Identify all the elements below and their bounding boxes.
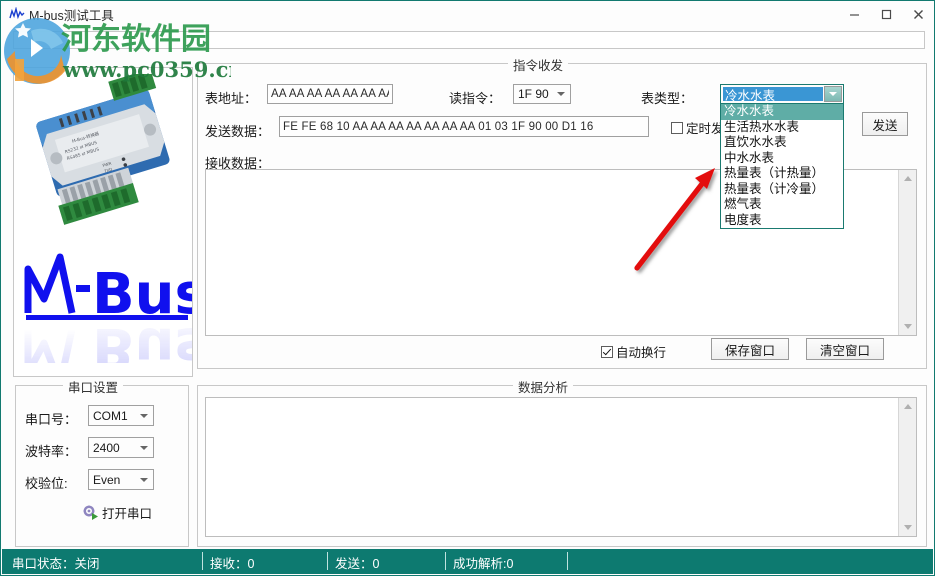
read-command-value: 1F 90	[518, 87, 549, 101]
chevron-down-icon	[557, 92, 565, 96]
timed-send-label: 定时发	[686, 118, 724, 137]
baud-rate-select[interactable]: 2400	[88, 437, 154, 458]
analysis-value	[206, 398, 898, 536]
scroll-down-icon[interactable]	[899, 318, 916, 335]
meter-type-label: 表类型：	[641, 88, 693, 107]
checkbox-box	[671, 122, 683, 134]
meter-type-option[interactable]: 电度表	[721, 213, 843, 229]
auto-wrap-label: 自动换行	[616, 342, 666, 361]
app-icon	[9, 7, 25, 21]
timed-send-checkbox[interactable]: 定时发	[671, 118, 724, 137]
meter-type-option[interactable]: 直饮水水表	[721, 135, 843, 151]
meter-type-dropdown-list[interactable]: 冷水水表生活热水水表直饮水水表中水水表热量表（计热量）热量表（计冷量）燃气表电度…	[720, 104, 844, 229]
save-window-button[interactable]: 保存窗口	[711, 338, 789, 360]
status-separator	[202, 552, 203, 570]
status-sent: 发送：0	[335, 553, 379, 572]
chevron-down-icon	[140, 478, 148, 482]
minimize-button[interactable]	[838, 1, 870, 27]
meter-type-option[interactable]: 生活热水水表	[721, 120, 843, 136]
toolbar-strip	[13, 31, 925, 49]
status-parsed: 成功解析:0	[453, 553, 513, 572]
meter-type-option[interactable]: 燃气表	[721, 197, 843, 213]
meter-type-select[interactable]: 冷水水表	[720, 84, 844, 104]
window-controls	[838, 1, 934, 27]
status-separator	[327, 552, 328, 570]
meter-type-option[interactable]: 热量表（计冷量）	[721, 182, 843, 198]
chevron-down-icon	[140, 446, 148, 450]
meter-address-input[interactable]	[267, 84, 393, 104]
command-group-title: 指令收发	[508, 55, 568, 74]
checkbox-box	[601, 346, 613, 358]
baud-rate-value: 2400	[93, 441, 120, 455]
maximize-button[interactable]	[870, 1, 902, 27]
send-button[interactable]: 发送	[862, 112, 908, 136]
parity-label: 校验位:	[25, 473, 68, 492]
meter-address-label: 表地址：	[205, 88, 257, 107]
read-command-label: 读指令：	[449, 88, 501, 107]
parity-select[interactable]: Even	[88, 469, 154, 490]
baud-rate-label: 波特率：	[25, 441, 77, 460]
meter-type-option[interactable]: 中水水表	[721, 151, 843, 167]
scroll-up-icon[interactable]	[899, 398, 916, 415]
serial-group-title: 串口设置	[63, 377, 123, 396]
chevron-down-icon	[140, 414, 148, 418]
status-received: 接收：0	[210, 553, 254, 572]
scroll-up-icon[interactable]	[899, 170, 916, 187]
gear-icon	[83, 505, 99, 521]
meter-type-option[interactable]: 冷水水表	[721, 104, 843, 120]
receive-scrollbar[interactable]	[898, 170, 916, 335]
send-data-input[interactable]	[279, 116, 649, 137]
application-window: M-bus测试工具 关于	[0, 0, 935, 576]
meter-type-value: 冷水水表	[723, 87, 823, 101]
scroll-down-icon[interactable]	[899, 519, 916, 536]
chevron-down-icon[interactable]	[824, 86, 842, 102]
status-separator	[567, 552, 568, 570]
close-button[interactable]	[902, 1, 934, 27]
send-data-label: 发送数据：	[205, 121, 270, 140]
window-title: M-bus测试工具	[29, 5, 114, 24]
meter-type-option[interactable]: 热量表（计热量）	[721, 166, 843, 182]
serial-port-select[interactable]: COM1	[88, 405, 154, 426]
open-serial-port-label: 打开串口	[102, 503, 152, 522]
serial-port-value: COM1	[93, 409, 128, 423]
analysis-textarea[interactable]	[205, 397, 917, 537]
open-serial-port-button[interactable]: 打开串口	[83, 503, 152, 522]
status-bar: 串口状态：关闭 接收：0 发送：0 成功解析:0	[2, 549, 933, 574]
status-port-state: 串口状态：关闭	[12, 553, 100, 572]
device-photo: M-Bus-转换器 RS232 ⇄ MBUS RS485 ⇄ MBUS PWR …	[24, 74, 184, 226]
auto-wrap-checkbox[interactable]: 自动换行	[601, 342, 666, 361]
svg-text:Bus: Bus	[92, 315, 193, 363]
status-separator	[445, 552, 446, 570]
serial-port-label: 串口号：	[25, 409, 77, 428]
title-bar: M-bus测试工具	[1, 1, 934, 27]
analysis-group-title: 数据分析	[513, 377, 573, 396]
product-image-panel: M-Bus-转换器 RS232 ⇄ MBUS RS485 ⇄ MBUS PWR …	[13, 67, 193, 377]
clear-window-button[interactable]: 清空窗口	[806, 338, 884, 360]
read-command-select[interactable]: 1F 90	[513, 84, 571, 104]
mbus-logo: Bus Bus	[22, 243, 193, 363]
analysis-scrollbar[interactable]	[898, 398, 916, 536]
parity-value: Even	[93, 473, 120, 487]
